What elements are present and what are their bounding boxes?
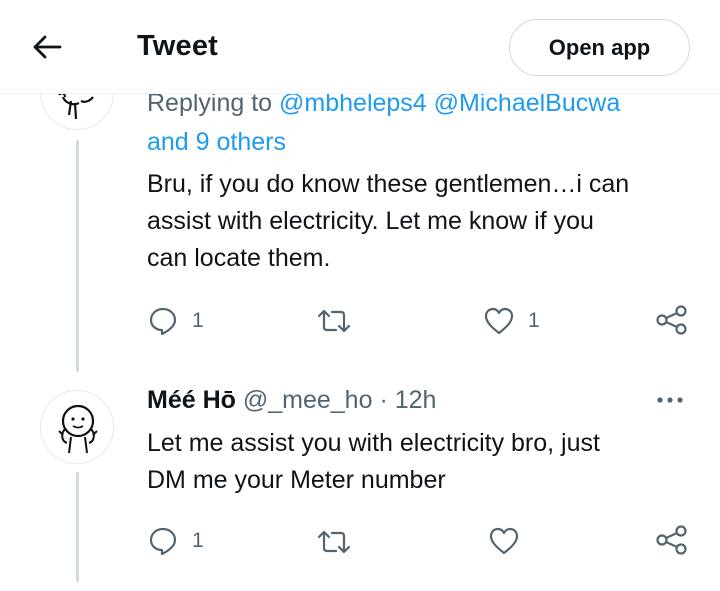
- tweet2-header: Méé Hō @_mee_ho · 12h: [147, 385, 436, 415]
- tweet2-text-line-1: Let me assist you with electricity bro, …: [147, 429, 600, 457]
- tweet1-text-line-3: can locate them.: [147, 244, 331, 272]
- arrow-left-icon: [33, 35, 62, 59]
- tweet1-like-button[interactable]: 1: [484, 307, 540, 335]
- tweet2-display-name[interactable]: Méé Hō: [147, 386, 236, 414]
- tweet2-handle[interactable]: @_mee_ho: [243, 386, 373, 414]
- share-nodes-icon: [656, 525, 687, 555]
- tweet1-retweet-button[interactable]: [316, 307, 352, 335]
- heart-icon: [489, 527, 519, 555]
- more-dots-icon: [657, 397, 683, 403]
- tweet2-reply-button[interactable]: 1: [148, 526, 204, 556]
- tweet1-like-count: 1: [528, 309, 540, 332]
- speech-bubble-icon: [149, 307, 177, 336]
- more-options-button[interactable]: [653, 388, 687, 412]
- tweet2-like-button[interactable]: [489, 527, 519, 555]
- tweet2-retweet-button[interactable]: [316, 528, 352, 556]
- share-nodes-icon: [656, 305, 687, 335]
- avatar-tweet2[interactable]: [40, 390, 114, 464]
- app-header: Tweet Open app: [0, 0, 720, 94]
- retweet-icon: [317, 309, 351, 333]
- header-divider: [0, 93, 720, 94]
- replying-others-link[interactable]: and 9 others: [147, 127, 286, 157]
- tweet2-text-line-2: DM me your Meter number: [147, 466, 446, 494]
- back-button[interactable]: [30, 30, 70, 64]
- page-title: Tweet: [137, 30, 219, 62]
- speech-bubble-icon: [149, 527, 177, 556]
- heart-icon: [484, 307, 514, 335]
- tweet1-share-button[interactable]: [655, 304, 689, 336]
- open-app-button[interactable]: Open app: [509, 19, 690, 76]
- doodle-avatar-icon: [58, 404, 98, 454]
- tweet1-reply-button[interactable]: 1: [148, 306, 204, 336]
- tweet1-reply-count: 1: [192, 309, 204, 332]
- thread-line-top: [76, 140, 79, 372]
- tweet1-text-line-1: Bru, if you do know these gentlemen…i ca…: [147, 170, 630, 198]
- tweet1-text-line-2: assist with electricity. Let me know if …: [147, 207, 594, 235]
- tweet2-time[interactable]: 12h: [395, 386, 437, 414]
- tweet2-share-button[interactable]: [655, 524, 689, 556]
- tweet2-reply-count: 1: [192, 529, 204, 552]
- retweet-icon: [317, 530, 351, 554]
- tweet2-separator: ·: [379, 386, 388, 414]
- thread-line-bottom: [76, 472, 79, 582]
